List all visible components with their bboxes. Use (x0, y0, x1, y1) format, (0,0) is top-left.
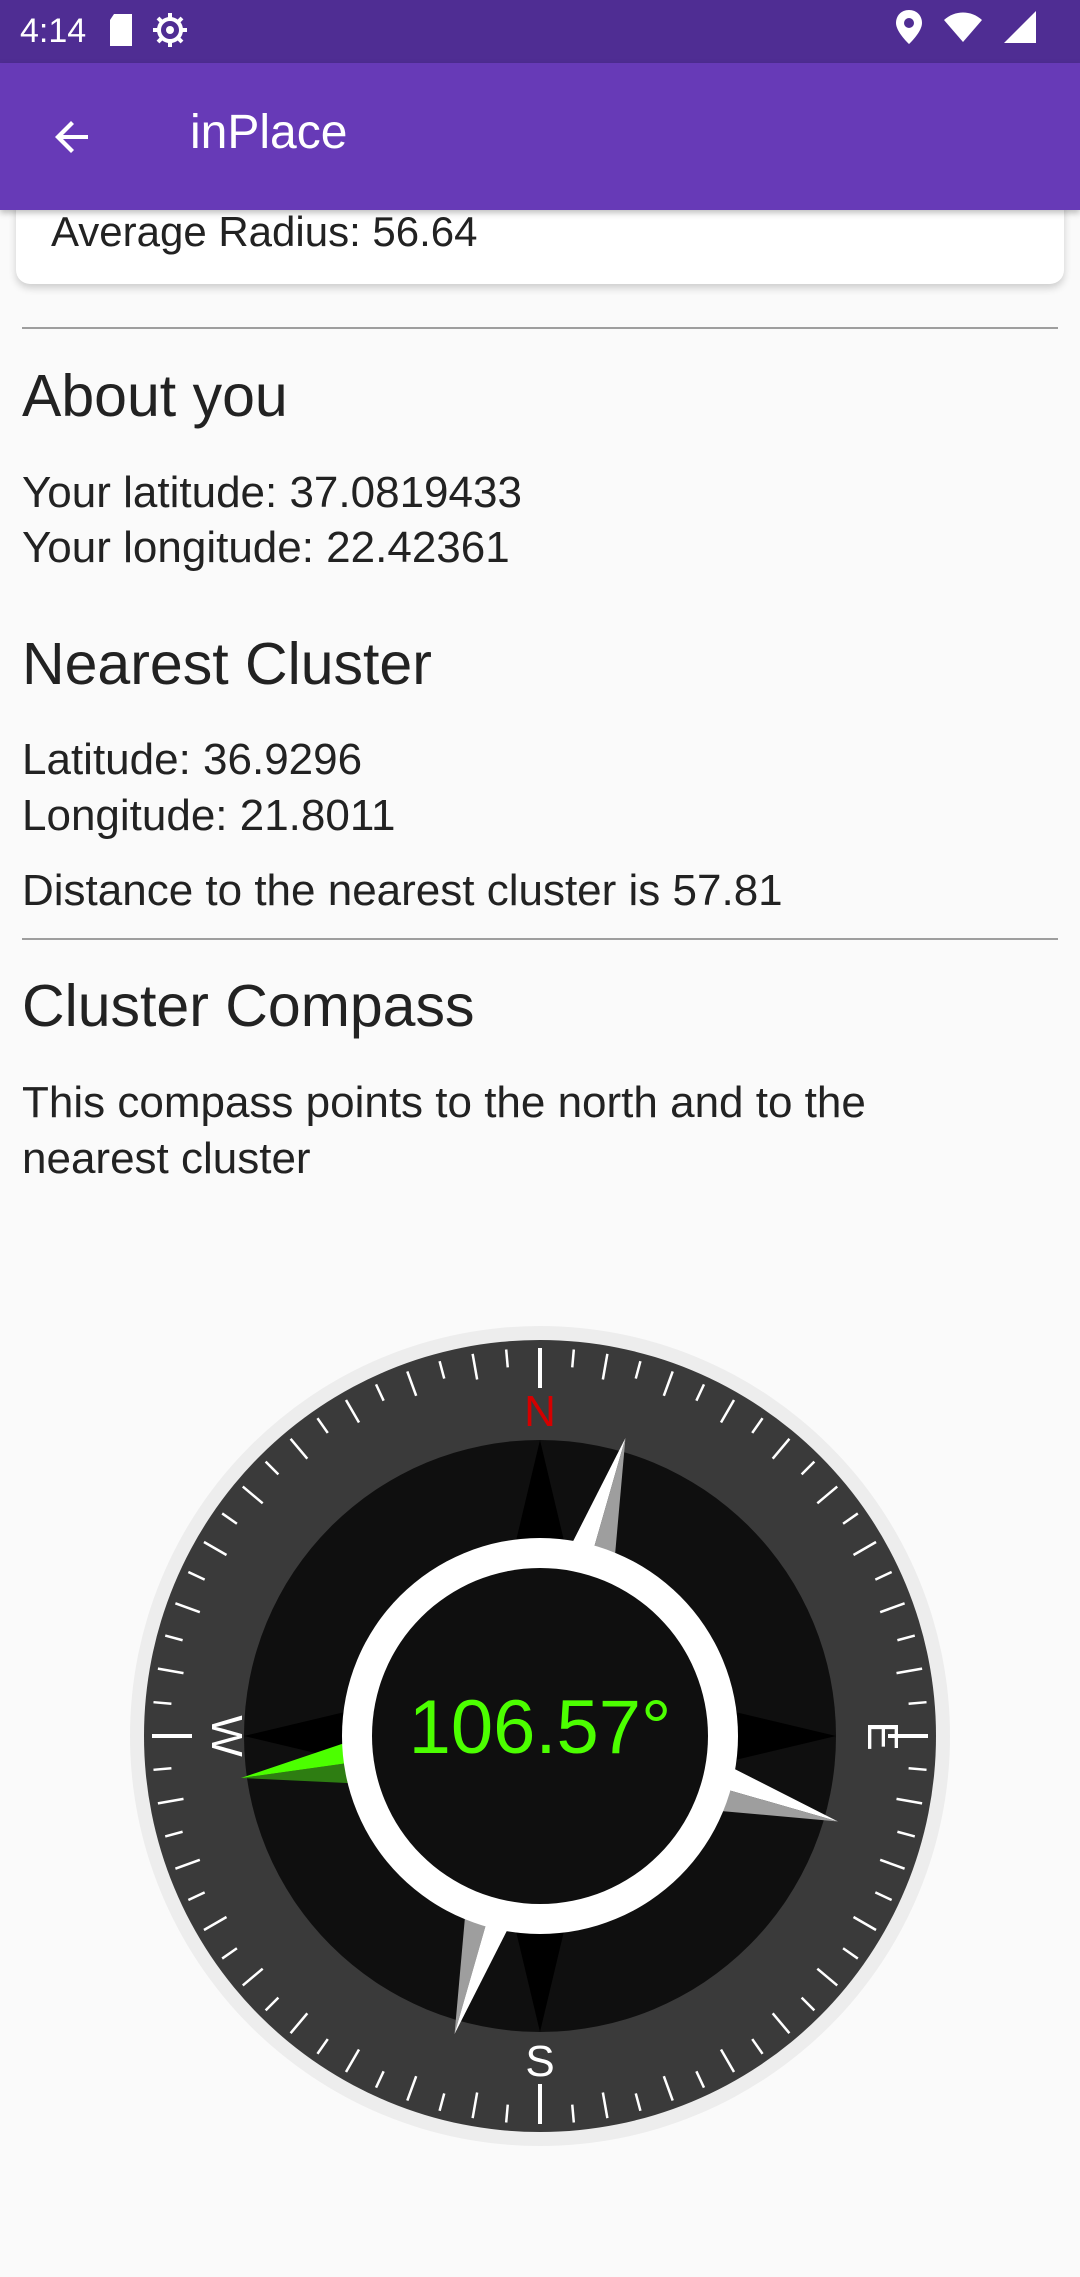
divider (22, 327, 1058, 329)
cluster-compass: 106.57° N S W E (130, 1326, 950, 2146)
back-button[interactable] (42, 107, 102, 167)
west-label: W (202, 1715, 251, 1757)
app-title: inPlace (190, 106, 348, 159)
status-time: 4:14 (20, 12, 87, 50)
south-label: S (525, 2037, 554, 2086)
compass-tick (571, 1349, 576, 1368)
heading-value-text: 106.57° (409, 1685, 672, 1770)
north-label: N (524, 1387, 556, 1436)
signal-icon (1004, 11, 1036, 47)
about-you-heading: About you (22, 363, 288, 429)
divider (22, 938, 1058, 940)
your-latitude-text: Your latitude: 37.0819433 (22, 468, 522, 517)
arrow-back-icon (55, 121, 88, 153)
settings-icon (152, 12, 188, 52)
compass-description: This compass points to the north and to … (22, 1078, 866, 1183)
wifi-icon (944, 12, 982, 46)
sd-card-icon (108, 13, 134, 50)
compass-tick (504, 1349, 509, 1368)
cluster-latitude-text: Latitude: 36.9296 (22, 735, 363, 784)
distance-text: Distance to the nearest cluster is 57.81 (22, 866, 783, 915)
east-label: E (858, 1721, 907, 1750)
cluster-compass-heading: Cluster Compass (22, 973, 475, 1039)
compass-tick (908, 1767, 927, 1772)
cluster-longitude-text: Longitude: 21.8011 (22, 791, 396, 840)
your-longitude-text: Your longitude: 22.42361 (22, 523, 510, 572)
compass-tick (908, 1700, 927, 1705)
compass-dial: 106.57° N S W E (130, 1326, 950, 2146)
nearest-cluster-heading: Nearest Cluster (22, 631, 432, 697)
compass-tick (504, 2104, 509, 2123)
status-bar: 4:14 (0, 0, 1080, 63)
app-bar: inPlace (0, 63, 1080, 210)
compass-tick (571, 2104, 576, 2123)
average-radius-text: Average Radius: 56.64 (51, 208, 478, 255)
compass-tick (153, 1700, 172, 1705)
compass-tick (153, 1767, 172, 1772)
location-icon (896, 10, 922, 48)
